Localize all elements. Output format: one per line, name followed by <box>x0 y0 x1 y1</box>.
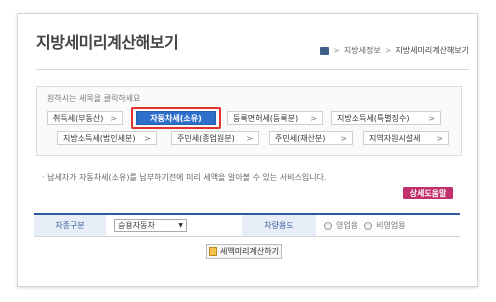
chevron-right-icon: > <box>110 113 117 123</box>
tax-button-local-income-tax-corporate[interactable]: 지방소득세(법인세분) > <box>57 131 157 145</box>
tax-button-label: 등록면허세(등록분) <box>233 113 299 123</box>
tax-button-label: 주민세(재산분) <box>275 133 326 143</box>
chevron-right-icon: > <box>310 113 317 123</box>
chevron-down-icon: ▼ <box>178 222 183 229</box>
breadcrumb: > 지방세정보 > 지방세미리계산해보기 <box>320 45 469 56</box>
tax-button-label: 지역자원시설세 <box>369 133 421 143</box>
home-icon[interactable] <box>320 46 330 55</box>
chevron-right-icon: > <box>246 133 253 143</box>
vehicle-form-row: 차종구분 승용자동차 ▼ 차량용도 영업용 비영업용 <box>34 215 460 237</box>
tax-button-regional-resource-tax[interactable]: 지역자원시설세 > <box>363 131 449 145</box>
radio-non-commercial[interactable] <box>364 221 373 230</box>
vehicle-type-select[interactable]: 승용자동차 ▼ <box>114 219 187 232</box>
tax-button-label: 지방소득세(법인세분) <box>63 133 136 143</box>
radio-label-non-commercial: 비영업용 <box>376 221 406 230</box>
breadcrumb-separator: > <box>384 46 392 55</box>
calculate-button-label: 세액미리계산하기 <box>220 247 279 256</box>
breadcrumb-item-local-tax-info[interactable]: 지방세정보 <box>344 45 381 56</box>
vehicle-type-value: 승용자동차 <box>118 221 155 230</box>
tax-item-selector: 원하시는 세목을 클릭하세요 취득세(부동산) > 자동차세(소유) 등록면허세… <box>36 86 462 156</box>
tax-button-label: 취득세(부동산) <box>53 113 104 123</box>
selected-highlight-box <box>131 107 221 129</box>
radio-label-commercial: 영업용 <box>336 221 359 230</box>
service-description: · 납세자가 자동차세(소유)를 납부하기전에 미리 세액을 알아볼 수 있는 … <box>42 173 327 182</box>
tax-button-registration-tax[interactable]: 등록면허세(등록분) > <box>227 111 323 125</box>
tax-button-resident-tax-property[interactable]: 주민세(재산분) > <box>269 131 353 145</box>
breadcrumb-separator: > <box>333 46 340 55</box>
title-divider <box>36 69 469 70</box>
tax-button-label: 지방소득세(특별징수) <box>337 113 410 123</box>
chevron-right-icon: > <box>436 133 443 143</box>
calculate-tax-button[interactable]: 세액미리계산하기 <box>206 244 282 259</box>
tax-button-resident-tax-employee[interactable]: 주민세(종업원분) > <box>171 131 259 145</box>
chevron-right-icon: > <box>340 133 347 143</box>
vehicle-usage-label: 차량용도 <box>242 215 316 236</box>
page-title: 지방세미리계산해보기 <box>36 33 179 52</box>
tax-button-label: 주민세(종업원분) <box>177 133 235 143</box>
selector-instruction: 원하시는 세목을 클릭하세요 <box>47 94 141 103</box>
breadcrumb-current: 지방세미리계산해보기 <box>395 46 469 55</box>
calculator-icon <box>209 247 218 256</box>
vehicle-usage-radio-group: 영업용 비영업용 <box>324 220 406 231</box>
tax-button-acquisition-tax[interactable]: 취득세(부동산) > <box>47 111 123 125</box>
detailed-help-button[interactable]: 상세도움말 <box>403 187 453 199</box>
vehicle-type-label: 차종구분 <box>34 215 106 236</box>
radio-commercial[interactable] <box>324 221 332 230</box>
chevron-right-icon: > <box>428 113 435 123</box>
tax-button-local-income-tax-special[interactable]: 지방소득세(특별징수) > <box>331 111 441 125</box>
chevron-right-icon: > <box>144 133 151 143</box>
